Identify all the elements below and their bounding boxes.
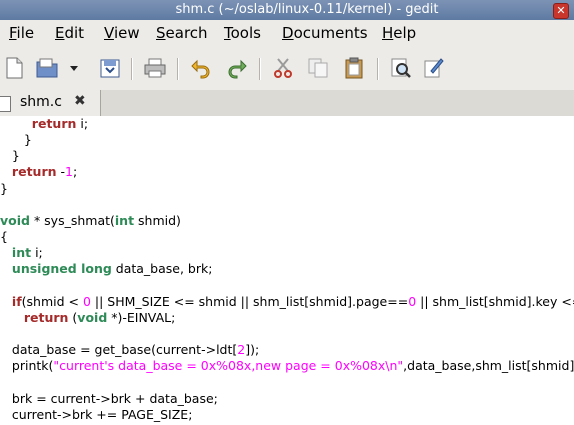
code-token: i;: [76, 116, 89, 131]
code-token: int: [11, 245, 32, 261]
code-token: 1: [65, 164, 73, 180]
paste-icon[interactable]: [342, 56, 366, 80]
toolbar-separator: [259, 58, 261, 80]
code-token: * sys_shmat(: [29, 212, 115, 228]
code-token: void: [77, 309, 108, 325]
code-token: int: [114, 212, 135, 228]
toolbar-separator: [177, 58, 179, 80]
code-token: shmid): [134, 212, 181, 228]
document-tabbar: shm.c ✖: [0, 90, 574, 117]
code-token: current->brk += PAGE_SIZE;: [0, 406, 193, 422]
code-token: data_base = get_base(current->ldt[: [0, 342, 238, 358]
window-titlebar[interactable]: shm.c (~/oslab/linux-0.11/kernel) - gedi…: [0, 0, 574, 20]
code-token: || SHM_SIZE <= shmid || shm_list[shmid].…: [90, 293, 409, 309]
find-icon[interactable]: [389, 56, 413, 80]
undo-icon[interactable]: [189, 56, 213, 80]
menu-view[interactable]: View: [104, 24, 140, 42]
code-line: unsigned long data_base, brk;: [0, 261, 213, 277]
code-token: (shmid <: [21, 293, 83, 309]
toolbar-separator: [377, 58, 379, 80]
code-line: }: [0, 132, 32, 148]
print-icon[interactable]: [143, 56, 167, 80]
window-title: shm.c (~/oslab/linux-0.11/kernel) - gedi…: [175, 2, 439, 17]
open-folder-icon[interactable]: [35, 56, 59, 80]
code-token: ;: [72, 164, 78, 180]
menu-edit[interactable]: Edit: [55, 24, 84, 42]
code-line: brk = current->brk + data_base;: [0, 391, 218, 407]
text-file-icon: [0, 96, 11, 112]
code-token: void: [0, 212, 30, 228]
tab-label: shm.c: [20, 94, 62, 110]
code-line: void * sys_shmat(int shmid): [0, 213, 181, 229]
code-line: int i;: [0, 245, 43, 261]
open-dropdown-icon[interactable]: [67, 56, 81, 80]
save-icon[interactable]: [98, 56, 122, 80]
menu-search[interactable]: Search: [156, 24, 208, 42]
close-window-icon[interactable]: ✕: [553, 3, 569, 19]
find-replace-icon[interactable]: [422, 56, 446, 80]
code-token: i;: [31, 245, 43, 261]
tab-close-icon[interactable]: ✖: [74, 93, 86, 109]
code-token: }: [0, 132, 32, 148]
code-token: -: [56, 164, 65, 180]
code-token: }: [0, 180, 8, 196]
menu-documents[interactable]: Documents: [282, 24, 368, 42]
menu-file[interactable]: File: [9, 24, 34, 42]
code-token: data_base, brk;: [111, 261, 213, 277]
code-line: return -1;: [0, 164, 77, 180]
new-document-icon[interactable]: [2, 56, 26, 80]
toolbar: [0, 46, 574, 91]
code-token: ]);: [245, 342, 260, 358]
code-line: printk("current's data_base = 0x%08x,new…: [0, 358, 574, 374]
code-line: {: [0, 229, 8, 245]
code-editor[interactable]: return i; } } return -1;} void * sys_shma…: [0, 116, 574, 425]
code-token: }: [0, 148, 20, 164]
code-line: }: [0, 148, 20, 164]
toolbar-separator: [131, 58, 133, 80]
cut-icon[interactable]: [271, 56, 295, 80]
code-token: 0: [82, 293, 91, 309]
code-token: "current's data_base = 0x%08x,new page =…: [53, 358, 404, 374]
code-token: brk = current->brk + data_base;: [0, 390, 218, 406]
copy-icon[interactable]: [306, 56, 330, 80]
code-token: 0: [408, 293, 417, 309]
menubar: File Edit View Search Tools Documents He…: [0, 20, 574, 46]
menu-tools[interactable]: Tools: [224, 24, 261, 42]
code-token: printk(: [0, 358, 54, 374]
code-token: {: [0, 229, 8, 245]
code-line: return i;: [0, 116, 88, 132]
code-token: return: [31, 116, 77, 131]
code-token: ,data_base,shm_list[shmid].page);: [403, 358, 574, 374]
code-token: unsigned long: [11, 261, 112, 277]
code-line: return (void *)-EINVAL;: [0, 310, 175, 326]
code-token: *)-EINVAL;: [107, 309, 176, 325]
code-line: if(shmid < 0 || SHM_SIZE <= shmid || shm…: [0, 294, 574, 310]
code-token: || shm_list[shmid].key <=: [416, 293, 574, 309]
code-token: (: [68, 309, 78, 325]
code-line: current->brk += PAGE_SIZE;: [0, 406, 193, 423]
code-line: }: [0, 181, 8, 197]
code-token: return: [11, 164, 57, 180]
code-token: return: [23, 309, 69, 325]
menu-help[interactable]: Help: [382, 24, 416, 42]
code-token: if: [11, 293, 22, 309]
redo-icon[interactable]: [225, 56, 249, 80]
code-line: data_base = get_base(current->ldt[2]);: [0, 342, 259, 358]
tab-shm-c[interactable]: shm.c ✖: [0, 90, 101, 116]
